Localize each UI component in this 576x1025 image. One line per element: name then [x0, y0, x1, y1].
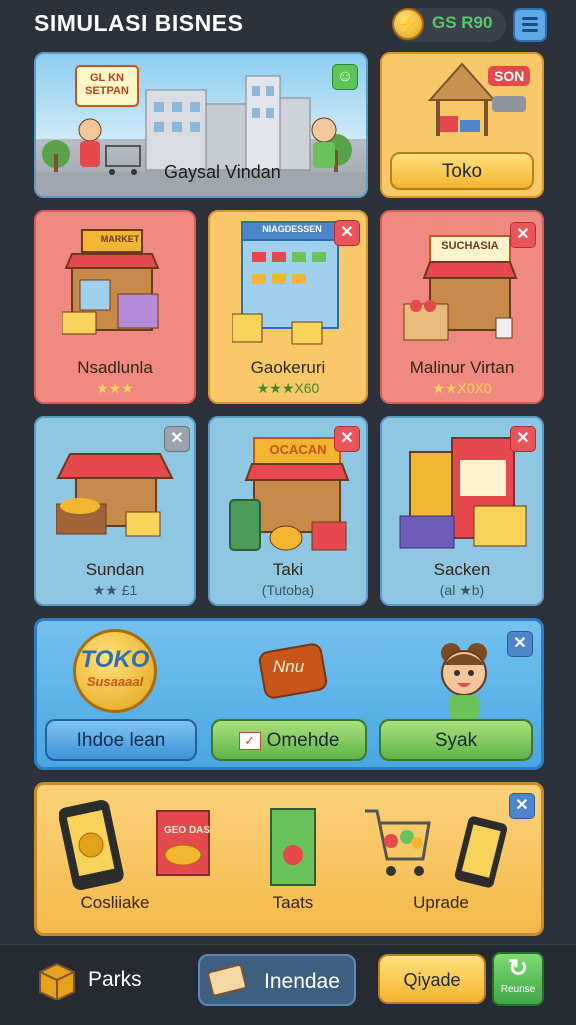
- shop-card-taki[interactable]: OCACAN ✕ Taki (Tutoba): [208, 416, 368, 606]
- close-icon[interactable]: ✕: [164, 426, 190, 452]
- banner-sign-text: GL KN SETPAN: [85, 72, 129, 97]
- snack-box-text: GEO DAS: [163, 825, 211, 836]
- mascot-girl-icon: [441, 643, 487, 719]
- shop-name: Gaokeruri: [250, 358, 326, 377]
- inendae-tab[interactable]: Inendae: [198, 954, 356, 1006]
- shop-sign-text: MARKET: [100, 234, 140, 244]
- promo-panel: TOKO Susaaaal Nnu ✕ Ihdoe lean ✓ Omehde S…: [34, 618, 544, 770]
- item-label: Cosliiake: [80, 893, 150, 912]
- shop-sign-text: SUCHASIA: [441, 240, 499, 252]
- banner-label: Gaysal Vindan: [164, 162, 281, 182]
- currency-amount: GS R90: [432, 13, 493, 32]
- toko-small-tag: [492, 96, 526, 112]
- refresh-icon: ↻: [507, 955, 529, 982]
- shop-name: Sacken: [433, 560, 491, 579]
- shop-rating: (al ★b): [439, 582, 485, 598]
- shop-rating: ★★X0X0: [432, 380, 492, 396]
- smile-badge-icon[interactable]: ☺: [332, 64, 358, 90]
- close-icon[interactable]: ✕: [507, 631, 533, 657]
- shop-sign-text: OCACAN: [269, 442, 327, 457]
- toko-button[interactable]: Toko: [390, 152, 534, 190]
- phone-icon[interactable]: [451, 815, 515, 891]
- omehde-label: Omehde: [266, 730, 340, 751]
- toko-card[interactable]: SON Toko: [380, 52, 544, 198]
- toko-badge: SON: [488, 66, 531, 86]
- close-icon[interactable]: ✕: [510, 222, 536, 248]
- shop-card-gaokeruri[interactable]: NIAGDESSEN ✕ Gaokeruri ★★★X60: [208, 210, 368, 404]
- reunse-label: Reunse: [500, 984, 536, 995]
- hero-banner[interactable]: GL KN SETPAN Gaysal Vindan ☺: [34, 52, 368, 198]
- check-icon: ✓: [238, 731, 261, 750]
- close-icon[interactable]: ✕: [510, 426, 536, 452]
- shop-sign-text: NIAGDESSEN: [262, 224, 322, 234]
- cart-icon[interactable]: [361, 797, 433, 887]
- logo-text-top: TOKO: [80, 646, 150, 673]
- syak-button[interactable]: Syak: [379, 719, 533, 761]
- speech-tag-text: Nnu: [273, 657, 305, 676]
- shop-rating: (Tutoba): [261, 582, 315, 598]
- close-icon[interactable]: ✕: [334, 220, 360, 246]
- coin-icon: ⚡: [392, 8, 424, 40]
- crate-icon: [39, 962, 75, 1000]
- qiade-button[interactable]: Qiyade: [378, 954, 486, 1004]
- shop-rating: ★★★: [96, 380, 134, 396]
- parks-tab[interactable]: Parks: [34, 958, 184, 1006]
- item-label: Uprade: [413, 893, 469, 912]
- app-title: SIMULASI BISNES: [34, 10, 244, 36]
- shop-card-nsadlunla[interactable]: MARKET Nsadlunla ★★★: [34, 210, 196, 404]
- shop-name: Malinur Virtan: [409, 358, 515, 377]
- shop-name: Sundan: [85, 560, 145, 579]
- close-icon[interactable]: ✕: [334, 426, 360, 452]
- shop-rating: ★★ £1: [92, 582, 138, 598]
- snack-box-icon[interactable]: [151, 805, 221, 885]
- shop-name: Taki: [272, 560, 304, 579]
- items-panel: ✕ GEO DAS Cosliiake Taats Uprade: [34, 782, 544, 936]
- omehde-button[interactable]: ✓ Omehde: [211, 719, 367, 761]
- phone-icon[interactable]: [59, 799, 129, 893]
- juice-box-icon[interactable]: [263, 801, 323, 891]
- shop-card-sacken[interactable]: ✕ Sacken (al ★b): [380, 416, 544, 606]
- ticket-icon: [207, 964, 247, 997]
- parks-label: Parks: [88, 968, 142, 991]
- shop-card-malinur[interactable]: SUCHASIA ✕ Malinur Virtan ★★X0X0: [380, 210, 544, 404]
- ihdoe-lean-button[interactable]: Ihdoe lean: [45, 719, 197, 761]
- menu-button[interactable]: [513, 8, 547, 42]
- inendae-label: Inendae: [264, 970, 340, 993]
- shop-name: Nsadlunla: [77, 358, 153, 377]
- shop-rating: ★★★X60: [256, 380, 320, 396]
- reunse-button[interactable]: ↻ Reunse: [492, 952, 544, 1006]
- bakery-stall-icon: [56, 453, 174, 537]
- shop-card-sundan[interactable]: ✕ Sundan ★★ £1: [34, 416, 196, 606]
- item-label: Taats: [272, 893, 314, 912]
- toko-logo: TOKO Susaaaal: [73, 629, 157, 713]
- logo-text-bottom: Susaaaal: [86, 674, 144, 689]
